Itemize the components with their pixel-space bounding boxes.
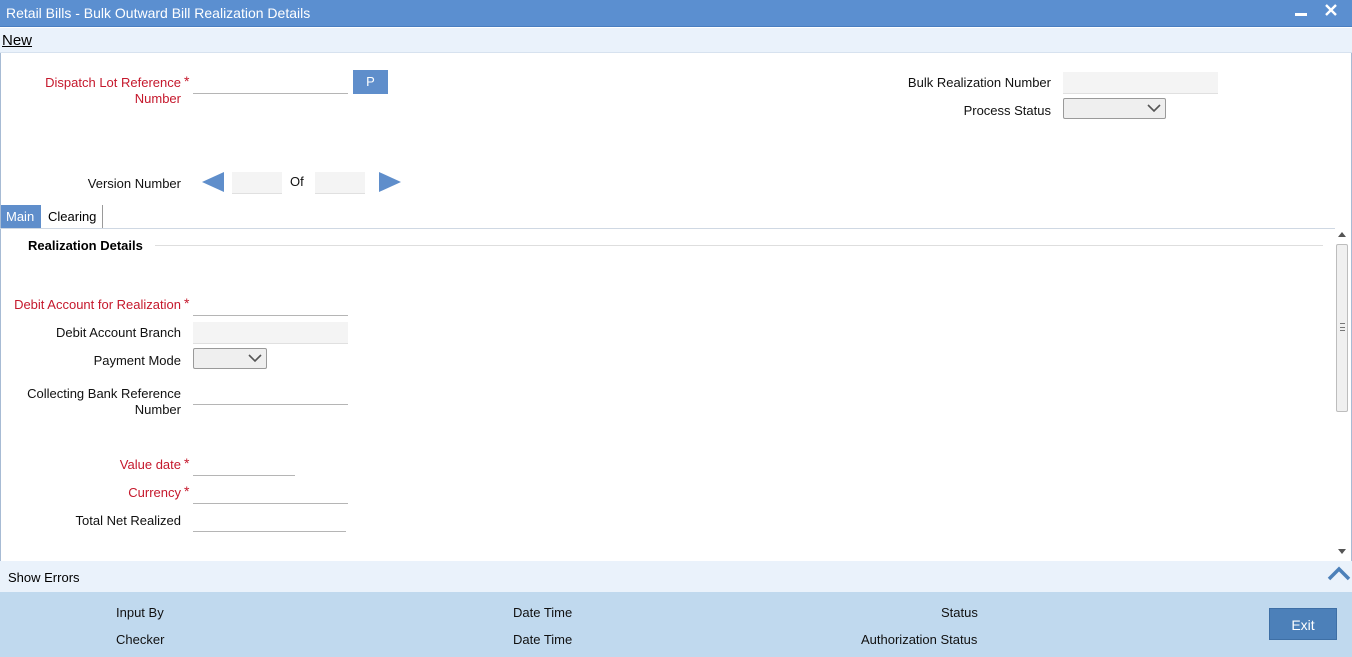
bulk-realization-label: Bulk Realization Number	[907, 75, 1051, 90]
tab-main[interactable]: Main	[1, 205, 41, 228]
debit-account-input[interactable]	[193, 294, 348, 316]
currency-label: Currency	[128, 485, 181, 500]
debit-account-label: Debit Account for Realization	[14, 297, 181, 312]
window-titlebar: Retail Bills - Bulk Outward Bill Realiza…	[0, 0, 1352, 27]
input-by-label: Input By	[116, 605, 164, 620]
new-link[interactable]: New	[2, 32, 32, 49]
tab-clearing[interactable]: Clearing	[43, 205, 103, 228]
required-marker: *	[184, 295, 190, 311]
dispatch-lot-input[interactable]	[193, 72, 348, 94]
required-marker: *	[184, 73, 190, 89]
collecting-bank-label: Collecting Bank Reference Number	[27, 386, 181, 417]
vertical-scrollbar[interactable]	[1334, 229, 1351, 560]
authorization-status-label: Authorization Status	[861, 632, 978, 647]
next-version-icon[interactable]	[379, 172, 401, 192]
date-time-label: Date Time	[513, 632, 573, 647]
grip-icon	[1340, 323, 1345, 331]
total-net-realized-label: Total Net Realized	[75, 513, 182, 528]
show-errors-link[interactable]: Show Errors	[8, 570, 80, 585]
scrollbar-thumb[interactable]	[1336, 244, 1348, 412]
version-number-label: Version Number	[87, 176, 181, 191]
date-time-label: Date Time	[513, 605, 573, 620]
scroll-down-icon[interactable]	[1338, 549, 1346, 554]
currency-input[interactable]	[193, 482, 348, 504]
chevron-up-icon[interactable]	[1326, 563, 1352, 583]
audit-footer: Input By Checker Date Time Date Time Sta…	[0, 592, 1352, 657]
payment-mode-select[interactable]	[193, 348, 267, 369]
section-divider	[155, 245, 1323, 246]
dispatch-lot-lookup-button[interactable]: P	[353, 70, 388, 94]
process-status-select[interactable]	[1063, 98, 1166, 119]
menu-bar: New	[0, 28, 1352, 53]
dispatch-lot-label: Dispatch Lot Reference Number	[45, 75, 181, 106]
status-label: Status	[941, 605, 978, 620]
total-net-realized-input[interactable]	[193, 510, 346, 532]
version-number-input[interactable]	[232, 172, 282, 194]
process-status-label: Process Status	[963, 103, 1051, 118]
debit-branch-input[interactable]	[193, 322, 348, 344]
payment-mode-label: Payment Mode	[93, 353, 181, 368]
chevron-down-icon	[248, 354, 262, 363]
previous-version-icon[interactable]	[202, 172, 224, 192]
checker-label: Checker	[116, 632, 165, 647]
value-date-input[interactable]	[193, 454, 295, 476]
bulk-realization-input[interactable]	[1063, 72, 1218, 94]
required-marker: *	[184, 455, 190, 471]
window-title: Retail Bills - Bulk Outward Bill Realiza…	[6, 5, 311, 21]
minimize-icon[interactable]	[1291, 2, 1311, 22]
collecting-bank-input[interactable]	[193, 383, 348, 405]
errors-bar: Show Errors	[0, 561, 1352, 592]
scroll-up-icon[interactable]	[1338, 232, 1346, 237]
version-total-input[interactable]	[315, 172, 365, 194]
required-marker: *	[184, 483, 190, 499]
debit-branch-label: Debit Account Branch	[55, 325, 181, 340]
chevron-down-icon	[1147, 104, 1161, 113]
realization-section-title: Realization Details	[28, 238, 143, 253]
exit-button[interactable]: Exit	[1269, 608, 1337, 640]
value-date-label: Value date	[119, 457, 181, 472]
of-label: Of	[290, 174, 304, 189]
tab-divider	[0, 228, 1335, 229]
close-icon[interactable]	[1321, 1, 1341, 21]
